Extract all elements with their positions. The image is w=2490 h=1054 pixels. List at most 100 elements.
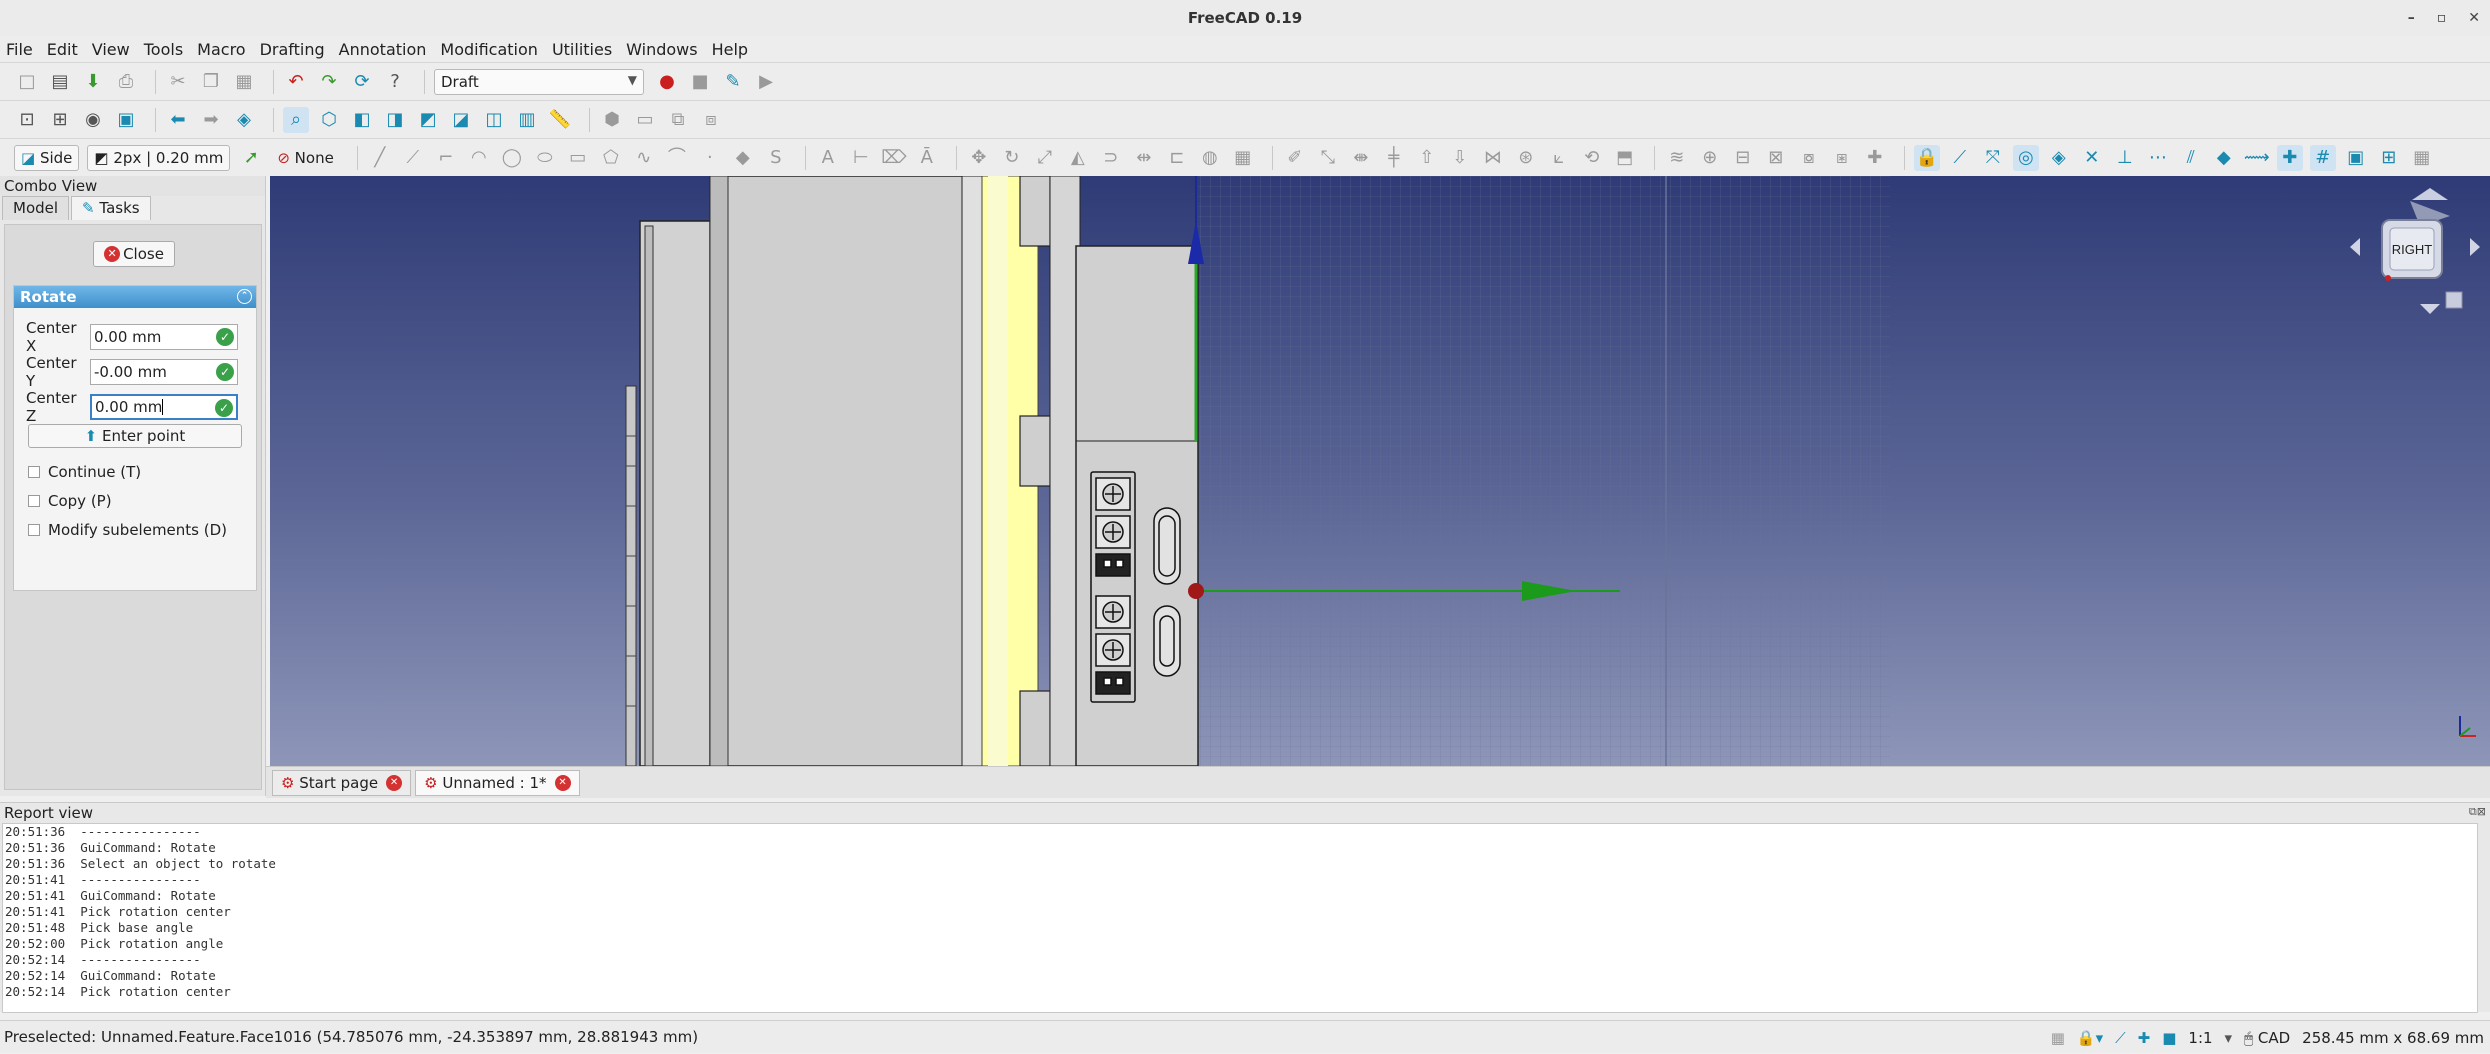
cut-icon[interactable]: ✂ — [165, 69, 191, 95]
part-icon[interactable]: ⬢ — [599, 107, 625, 133]
snap-endpoint-icon[interactable]: ⟋ — [1947, 145, 1973, 171]
snap-ortho-icon[interactable]: ✚ — [2276, 144, 2303, 171]
paste-icon[interactable]: ▦ — [231, 69, 257, 95]
workbench-selector[interactable]: Draft ▼ — [434, 68, 644, 95]
snap-lock-icon[interactable]: 🔒 — [1913, 144, 1940, 171]
fillet-icon[interactable]: ⌐ — [433, 145, 459, 171]
snap-near-icon[interactable]: ⟿ — [2244, 145, 2270, 171]
navigation-cube[interactable]: RIGHT — [2350, 188, 2480, 314]
close-window-icon[interactable]: ✕ — [2468, 0, 2480, 36]
chevron-down-icon[interactable]: ▾ — [2225, 1029, 2233, 1047]
new-file-icon[interactable]: □ — [14, 69, 40, 95]
snap-intersection-icon[interactable]: ✕ — [2079, 145, 2105, 171]
close-tab-icon[interactable]: ✕ — [386, 774, 403, 791]
snap-angle-icon[interactable]: ◈ — [2046, 145, 2072, 171]
tab-tasks[interactable]: ✎ Tasks — [71, 196, 151, 220]
right-view-icon[interactable]: ◩ — [415, 107, 441, 133]
snap-parallel-icon[interactable]: ⫽ — [2178, 145, 2204, 171]
layer-icon[interactable]: ≋ — [1664, 145, 1690, 171]
menu-utilities[interactable]: Utilities — [552, 40, 612, 59]
fit-selection-icon[interactable]: ⊞ — [47, 107, 73, 133]
bounding-box-icon[interactable]: ▣ — [113, 107, 139, 133]
upgrade-icon[interactable]: ⇧ — [1414, 145, 1440, 171]
wire-to-bspline-icon[interactable]: ⋈ — [1480, 145, 1506, 171]
dimension-icon[interactable]: ⊢ — [848, 145, 874, 171]
facebinder-icon[interactable]: ◆ — [730, 145, 756, 171]
undo-icon[interactable]: ↶ — [283, 69, 309, 95]
fit-all-icon[interactable]: ⊡ — [14, 107, 40, 133]
select-group-icon[interactable]: ⊟ — [1730, 145, 1756, 171]
rotate-icon[interactable]: ↻ — [999, 145, 1025, 171]
forward-icon[interactable]: ➡ — [198, 107, 224, 133]
save-icon[interactable]: ⬇ — [80, 69, 106, 95]
close-tab-icon[interactable]: ✕ — [554, 774, 571, 791]
toggle-grid-icon[interactable]: ▦ — [2409, 145, 2435, 171]
menu-view[interactable]: View — [92, 40, 130, 59]
ellipse-icon[interactable]: ⬭ — [532, 145, 558, 171]
shape-2d-view-icon[interactable]: ⬒ — [1612, 145, 1638, 171]
snap-special-icon[interactable]: ◆ — [2211, 145, 2237, 171]
macro-stop-icon[interactable]: ■ — [687, 69, 713, 95]
stretch-icon[interactable]: ⊏ — [1164, 145, 1190, 171]
slope-icon[interactable]: ⟀ — [1546, 145, 1572, 171]
mirror-icon[interactable]: ◭ — [1065, 145, 1091, 171]
label-icon[interactable]: ⌦ — [881, 145, 907, 171]
copy-icon[interactable]: ❐ — [198, 69, 224, 95]
menu-tools[interactable]: Tools — [144, 40, 183, 59]
measure-icon[interactable]: 📏 — [547, 107, 573, 133]
move-icon[interactable]: ✥ — [966, 145, 992, 171]
join-icon[interactable]: ⇼ — [1348, 145, 1374, 171]
left-view-icon[interactable]: ▥ — [514, 107, 540, 133]
downgrade-icon[interactable]: ⇩ — [1447, 145, 1473, 171]
circle-icon[interactable]: ◯ — [499, 145, 525, 171]
line-icon[interactable]: ╱ — [367, 145, 393, 171]
trim-icon[interactable]: ⇹ — [1131, 145, 1157, 171]
snap-perpendicular-icon[interactable]: ⊥ — [2112, 145, 2138, 171]
rear-view-icon[interactable]: ◪ — [448, 107, 474, 133]
tab-start-page[interactable]: ⚙ Start page ✕ — [272, 769, 412, 796]
grid-status-icon[interactable]: ▦ — [2051, 1029, 2065, 1047]
shapestring-icon[interactable]: S — [763, 145, 789, 171]
plane-status-icon[interactable]: ■ — [2162, 1029, 2176, 1047]
snap-grid-icon[interactable]: # — [2309, 144, 2336, 171]
menu-edit[interactable]: Edit — [47, 40, 78, 59]
rectangle-icon[interactable]: ▭ — [565, 145, 591, 171]
menu-drafting[interactable]: Drafting — [260, 40, 325, 59]
snap-lock-status-icon[interactable]: 🔒▾ — [2077, 1029, 2103, 1047]
split-icon[interactable]: ╪ — [1381, 145, 1407, 171]
ortho-status-icon[interactable]: ✚ — [2138, 1029, 2151, 1047]
top-view-icon[interactable]: ◨ — [382, 107, 408, 133]
whats-this-icon[interactable]: ? — [382, 69, 408, 95]
continue-checkbox[interactable]: Continue (T) — [28, 463, 141, 481]
polygon-icon[interactable]: ⬠ — [598, 145, 624, 171]
zoom-icon[interactable]: ⌕ — [283, 106, 309, 133]
group-icon[interactable]: ▭ — [632, 107, 658, 133]
report-log[interactable]: 20:51:36 ---------------- 20:51:36 GuiCom… — [2, 823, 2478, 1013]
bspline-icon[interactable]: ∿ — [631, 145, 657, 171]
scale-label[interactable]: 1:1 — [2188, 1029, 2212, 1047]
tab-model[interactable]: Model — [2, 196, 70, 220]
menu-annotation[interactable]: Annotation — [339, 40, 427, 59]
auto-group-button[interactable]: ⊘ None — [271, 145, 340, 171]
modify-subelements-checkbox[interactable]: Modify subelements (D) — [28, 521, 227, 539]
close-button[interactable]: ✕ Close — [93, 241, 175, 267]
working-plane-proxy-icon[interactable]: ⧆ — [1829, 145, 1855, 171]
3d-viewport[interactable]: RIGHT — [270, 176, 2490, 766]
sync-view-icon[interactable]: ◈ — [231, 107, 257, 133]
snap-midpoint-icon[interactable]: ⤧ — [1980, 145, 2006, 171]
apply-style-icon[interactable]: ➚ — [238, 145, 264, 171]
snap-extension-icon[interactable]: ⋯ — [2145, 145, 2171, 171]
menu-windows[interactable]: Windows — [626, 40, 697, 59]
edit-icon[interactable]: ✐ — [1282, 145, 1308, 171]
snap-side-button[interactable]: ◪ Side — [14, 144, 80, 171]
menu-macro[interactable]: Macro — [197, 40, 245, 59]
back-icon[interactable]: ⬅ — [165, 107, 191, 133]
center-z-input[interactable]: 0.00 mm ✓ — [90, 394, 238, 420]
snap-status-icon[interactable]: ⟋ — [2115, 1029, 2126, 1047]
macro-record-icon[interactable]: ● — [654, 69, 680, 95]
copy-checkbox[interactable]: Copy (P) — [28, 492, 112, 510]
draft-to-sketch-icon[interactable]: ⊛ — [1513, 145, 1539, 171]
center-y-input[interactable]: -0.00 mm ✓ — [90, 359, 238, 385]
bezier-icon[interactable]: ⌒ — [664, 145, 690, 171]
checkbox-box[interactable] — [28, 466, 40, 478]
